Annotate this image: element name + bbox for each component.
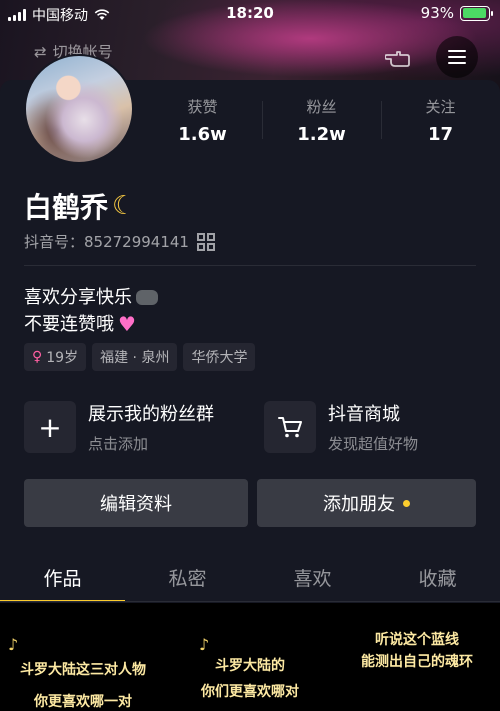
douyin-id-text: 抖音号：85272994141	[24, 233, 189, 251]
feature-subtitle: 点击添加	[88, 435, 149, 453]
stat-value: 17	[427, 124, 454, 145]
age-tag: ♀ 19岁	[24, 343, 87, 371]
gamepad-emoji-icon	[136, 290, 158, 305]
video-thumbnail[interactable]: ♪ 斗罗大陆这三对人物 你更喜欢哪一对	[0, 603, 166, 711]
video-caption: 斗罗大陆这三对人物	[20, 662, 146, 678]
video-caption: 听说这个蓝线	[375, 632, 459, 648]
bio-line: 喜欢分享快乐	[24, 284, 158, 311]
school-tag: 华侨大学	[183, 343, 256, 371]
tab-favorites[interactable]: 收藏	[375, 558, 500, 602]
notification-dot	[403, 499, 410, 507]
add-friend-label: 添加朋友	[323, 494, 395, 515]
video-caption: 斗罗大陆的	[215, 658, 285, 674]
bio: 喜欢分享快乐 不要连赞哦 ♥	[24, 284, 158, 338]
tab-divider	[0, 601, 500, 602]
shop-entry[interactable]: 抖音商城 发现超值好物	[264, 398, 418, 456]
tab-likes[interactable]: 喜欢	[250, 558, 375, 602]
divider	[24, 265, 476, 266]
location-tag: 福建 · 泉州	[92, 343, 178, 371]
visitor-button[interactable]	[381, 40, 415, 74]
nickname-text: 白鹤乔	[24, 191, 109, 224]
content-tabs: 作品 私密 喜欢 收藏	[0, 558, 500, 602]
age-text: 19岁	[46, 350, 79, 366]
profile-tags: ♀ 19岁 福建 · 泉州 华侨大学	[24, 343, 256, 371]
tab-works[interactable]: 作品	[0, 558, 125, 602]
nickname: 白鹤乔 ☾	[24, 186, 135, 226]
stat-label: 关注	[425, 98, 456, 116]
status-bar: 中国移动 18:20 93%	[0, 0, 500, 28]
bio-line: 不要连赞哦 ♥	[24, 311, 158, 338]
tab-private[interactable]: 私密	[125, 558, 250, 602]
stat-value: 1.2w	[297, 124, 346, 145]
stat-following[interactable]: 关注 17	[381, 93, 500, 153]
video-grid: ♪ 斗罗大陆这三对人物 你更喜欢哪一对 ♪ 斗罗大陆的 你们更喜欢哪对 听说这个…	[0, 603, 500, 711]
bio-text: 不要连赞哦	[24, 314, 114, 335]
fan-group-entry[interactable]: + 展示我的粉丝群 点击添加	[24, 398, 214, 456]
video-thumbnail[interactable]: 听说这个蓝线 能测出自己的魂环	[334, 603, 500, 711]
cart-icon	[264, 401, 316, 453]
battery-icon	[460, 5, 493, 21]
edit-profile-button[interactable]: 编辑资料	[24, 479, 248, 527]
qr-code-icon[interactable]	[196, 232, 215, 251]
profile-stats: 获赞 1.6w 粉丝 1.2w 关注 17	[143, 93, 500, 153]
battery-percent: 93%	[420, 4, 454, 22]
battery-level	[462, 8, 486, 18]
menu-icon-bar	[448, 62, 466, 64]
music-note-icon: ♪	[199, 635, 210, 654]
menu-button[interactable]	[436, 36, 478, 78]
video-thumbnail[interactable]: ♪ 斗罗大陆的 你们更喜欢哪对	[167, 603, 333, 711]
menu-icon-bar	[448, 56, 466, 58]
stat-label: 粉丝	[306, 98, 337, 116]
feature-title: 抖音商城	[328, 404, 400, 425]
plus-icon: +	[24, 401, 76, 453]
feature-title: 展示我的粉丝群	[88, 404, 214, 425]
stat-value: 1.6w	[178, 124, 227, 145]
video-caption: 能测出自己的魂环	[361, 654, 473, 670]
pointing-hand-icon	[385, 51, 410, 67]
stat-likes[interactable]: 获赞 1.6w	[143, 93, 262, 153]
switch-icon: ⇄	[34, 42, 47, 61]
location-text: 福建 · 泉州	[100, 350, 170, 366]
feature-subtitle: 发现超值好物	[328, 435, 419, 453]
douyin-id[interactable]: 抖音号：85272994141	[24, 231, 215, 252]
profile-card: 获赞 1.6w 粉丝 1.2w 关注 17 白鹤乔 ☾ 抖音号：85272994…	[0, 54, 500, 711]
video-caption: 你们更喜欢哪对	[201, 684, 299, 700]
bio-text: 喜欢分享快乐	[24, 287, 132, 308]
avatar[interactable]	[24, 54, 134, 164]
stat-followers[interactable]: 粉丝 1.2w	[262, 93, 381, 153]
heart-emoji-icon: ♥	[118, 312, 136, 336]
status-right: 93%	[420, 4, 493, 22]
edit-profile-label: 编辑资料	[100, 494, 172, 515]
video-caption: 你更喜欢哪一对	[34, 694, 132, 710]
menu-icon-bar	[448, 50, 466, 52]
female-icon: ♀	[32, 349, 43, 365]
moon-emoji-icon: ☾	[112, 191, 136, 221]
add-friend-button[interactable]: 添加朋友	[257, 479, 476, 527]
stat-label: 获赞	[187, 98, 218, 116]
music-note-icon: ♪	[8, 635, 19, 654]
school-text: 华侨大学	[191, 350, 248, 366]
